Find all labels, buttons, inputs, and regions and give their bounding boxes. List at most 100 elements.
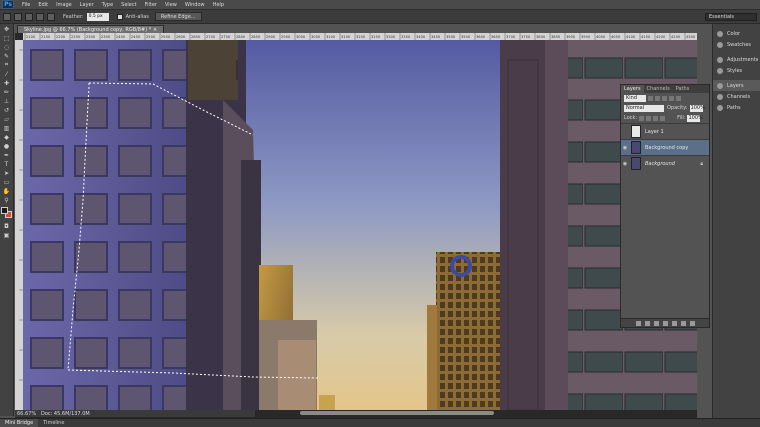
dock-layers[interactable]: Layers <box>713 80 760 91</box>
ruler-label: 3150 <box>341 35 351 39</box>
ruler-label: 2850 <box>251 35 261 39</box>
blend-mode-select[interactable]: Normal <box>624 104 664 112</box>
opacity-input[interactable]: 100% <box>689 104 705 112</box>
blur-tool-icon[interactable]: ◆ <box>2 133 12 141</box>
layer-row[interactable]: Layer 1 <box>621 123 709 139</box>
eyedropper-tool-icon[interactable]: ⁄ <box>2 70 12 78</box>
lasso-tool-icon[interactable]: ◌ <box>2 43 12 51</box>
horizontal-scrollbar[interactable] <box>300 411 494 415</box>
document-canvas[interactable] <box>23 40 697 410</box>
layer-row[interactable]: ◉ Background copy <box>621 139 709 155</box>
clone-stamp-tool-icon[interactable]: ⊥ <box>2 97 12 105</box>
ruler-label: 3600 <box>476 35 486 39</box>
menu-window[interactable]: Window <box>181 2 209 8</box>
opacity-label: Opacity: <box>667 105 688 111</box>
ruler-label: 3400 <box>416 35 426 39</box>
document-size[interactable]: Doc: 45.6M/137.0M <box>35 411 90 417</box>
tab-channels[interactable]: Channels <box>644 85 673 93</box>
screen-mode-icon[interactable]: ▣ <box>2 231 12 239</box>
filter-smart-icon[interactable] <box>676 95 681 101</box>
dock-paths[interactable]: Paths <box>713 102 760 113</box>
add-to-selection-icon[interactable] <box>25 12 33 21</box>
ruler-label: 2400 <box>116 35 126 39</box>
anti-alias-checkbox[interactable] <box>116 13 123 20</box>
hand-tool-icon[interactable]: ✋ <box>2 187 12 195</box>
lock-image-icon[interactable] <box>646 115 652 121</box>
eye-icon[interactable]: ◉ <box>621 145 629 151</box>
menu-view[interactable]: View <box>161 2 181 8</box>
dock-adjustments[interactable]: Adjustments <box>713 54 760 65</box>
tab-timeline[interactable]: Timeline <box>38 419 69 427</box>
tab-paths[interactable]: Paths <box>673 85 693 93</box>
menu-select[interactable]: Select <box>117 2 140 8</box>
document-tab[interactable]: Skyline.jpg @ 66.7% (Background copy, RG… <box>17 25 165 33</box>
new-selection-icon[interactable] <box>14 12 22 21</box>
history-brush-tool-icon[interactable]: ↺ <box>2 106 12 114</box>
layer-style-icon[interactable] <box>644 320 650 326</box>
menu-type[interactable]: Type <box>98 2 117 8</box>
adjustment-layer-icon[interactable] <box>662 320 668 326</box>
type-tool-icon[interactable]: T <box>2 160 12 168</box>
filter-shape-icon[interactable] <box>669 95 674 101</box>
dock-styles[interactable]: Styles <box>713 65 760 76</box>
menu-file[interactable]: File <box>18 2 34 8</box>
menu-edit[interactable]: Edit <box>34 2 52 8</box>
document-status-bar: 66.67% Doc: 45.6M/137.0M <box>15 410 255 417</box>
feather-input[interactable]: 0.5 px <box>86 12 109 21</box>
color-swatches[interactable] <box>1 207 12 219</box>
filter-kind-select[interactable]: Kind <box>624 94 646 102</box>
foreground-color-swatch[interactable] <box>1 207 8 214</box>
add-mask-icon[interactable] <box>653 320 659 326</box>
menu-help[interactable]: Help <box>209 2 228 8</box>
crop-tool-icon[interactable]: ⌗ <box>2 61 12 69</box>
marquee-tool-icon[interactable]: ⬚ <box>2 34 12 42</box>
new-group-icon[interactable] <box>671 320 677 326</box>
eye-icon[interactable]: ◉ <box>621 161 629 167</box>
fill-input[interactable]: 100% <box>687 114 703 122</box>
filter-adjustment-icon[interactable] <box>655 95 660 101</box>
lock-transparent-icon[interactable] <box>639 115 645 121</box>
brush-tool-icon[interactable]: ✏ <box>2 88 12 96</box>
link-layers-icon[interactable] <box>635 320 641 326</box>
tab-mini-bridge[interactable]: Mini Bridge <box>0 418 39 427</box>
lock-icon: 🔒︎ <box>700 160 703 167</box>
filter-pixel-icon[interactable] <box>648 95 653 101</box>
layers-panel-tabs: Layers Channels Paths <box>621 85 709 93</box>
move-tool-icon[interactable]: ✥ <box>2 25 12 33</box>
subtract-selection-icon[interactable] <box>36 12 44 21</box>
skyline-photo <box>23 40 697 410</box>
tab-layers[interactable]: Layers <box>621 85 644 93</box>
ruler-label: 3500 <box>446 35 456 39</box>
delete-layer-icon[interactable] <box>689 320 695 326</box>
layer-row[interactable]: ◉ Background 🔒︎ <box>621 155 709 171</box>
healing-brush-tool-icon[interactable]: ✚ <box>2 79 12 87</box>
menu-filter[interactable]: Filter <box>141 2 161 8</box>
menu-image[interactable]: Image <box>52 2 76 8</box>
refine-edge-button[interactable]: Refine Edge... <box>154 12 202 21</box>
new-layer-icon[interactable] <box>680 320 686 326</box>
ruler-label: 3550 <box>461 35 471 39</box>
zoom-level[interactable]: 66.67% <box>15 411 36 417</box>
dock-channels[interactable]: Channels <box>713 91 760 102</box>
quick-select-tool-icon[interactable]: ✎ <box>2 52 12 60</box>
menu-layer[interactable]: Layer <box>76 2 98 8</box>
lasso-tool-icon[interactable] <box>3 12 11 21</box>
anti-alias-label: Anti-alias <box>125 13 149 20</box>
rectangle-tool-icon[interactable]: ▭ <box>2 178 12 186</box>
pen-tool-icon[interactable]: ✒ <box>2 151 12 159</box>
ruler-label: 2650 <box>191 35 201 39</box>
filter-type-icon[interactable] <box>662 95 667 101</box>
dock-swatches[interactable]: Swatches <box>713 39 760 50</box>
gradient-tool-icon[interactable]: ▥ <box>2 124 12 132</box>
dodge-tool-icon[interactable]: ● <box>2 142 12 150</box>
dock-layers-label: Layers <box>727 82 744 89</box>
eraser-tool-icon[interactable]: ▱ <box>2 115 12 123</box>
lock-position-icon[interactable] <box>653 115 659 121</box>
workspace-select[interactable]: Essentials <box>705 13 757 21</box>
quick-mask-icon[interactable]: ◘ <box>2 222 12 230</box>
dock-color[interactable]: Color <box>713 28 760 39</box>
lock-all-icon[interactable] <box>660 115 666 121</box>
path-selection-tool-icon[interactable]: ➤ <box>2 169 12 177</box>
zoom-tool-icon[interactable]: ⚲ <box>2 196 12 204</box>
intersect-selection-icon[interactable] <box>47 12 55 21</box>
